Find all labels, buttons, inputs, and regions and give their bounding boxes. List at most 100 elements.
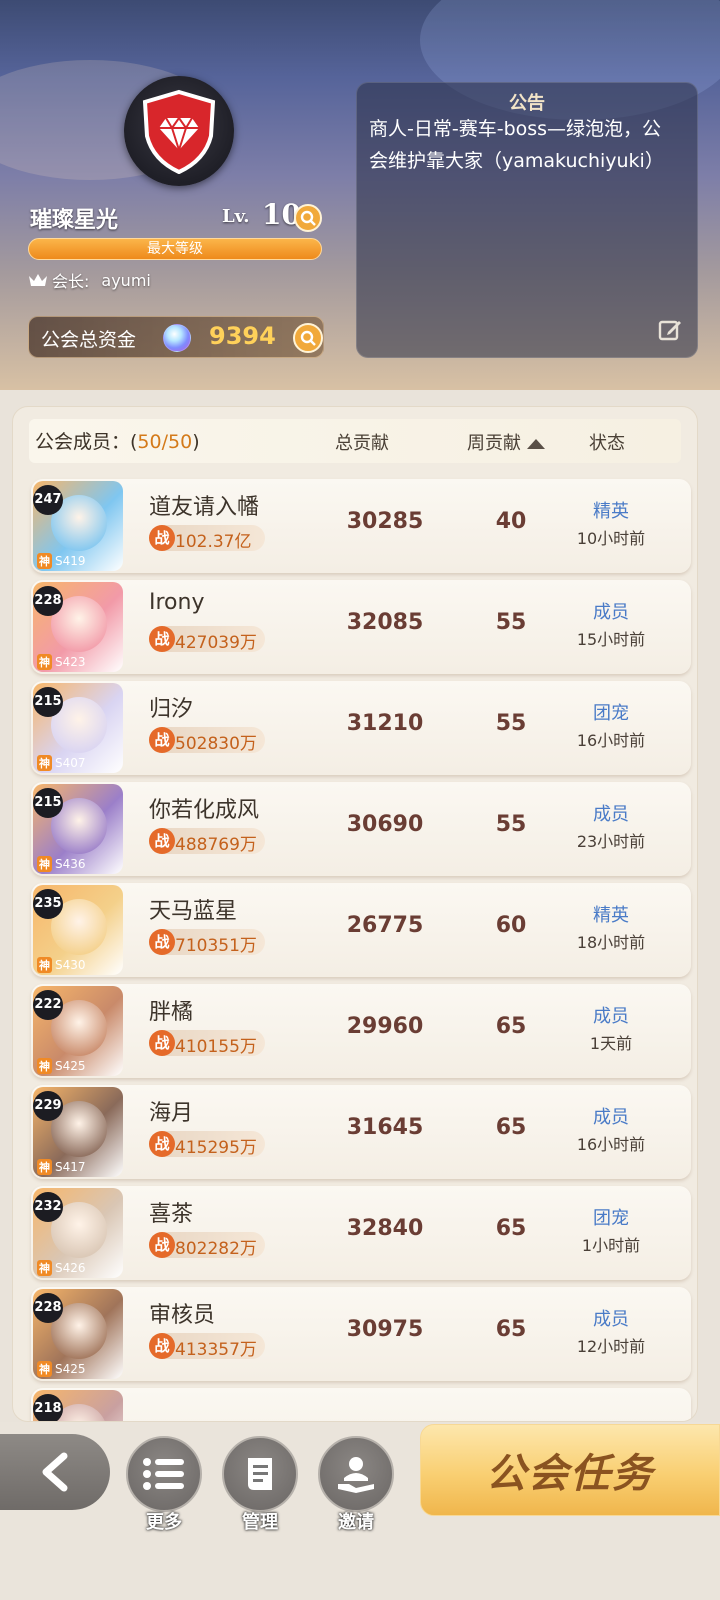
member-row[interactable]: 215 神 S407 归汐战 502830万 31210 55 团宠 16小时前 — [31, 681, 691, 775]
level-info-button[interactable] — [294, 204, 322, 232]
member-last-online: 12小时前 — [576, 1337, 646, 1356]
server-badge: 神 — [37, 1361, 52, 1377]
column-status[interactable]: 状态 — [589, 429, 625, 455]
member-row[interactable]: 232 神 S426 喜茶战 802282万 32840 65 团宠 1小时前 — [31, 1186, 691, 1280]
member-avatar[interactable]: 235 神 S430 — [33, 885, 123, 975]
guild-emblem[interactable] — [124, 76, 234, 186]
member-level-badge: 222 — [33, 990, 63, 1020]
more-button[interactable]: 更多 — [126, 1436, 202, 1533]
chevron-left-icon — [42, 1452, 68, 1492]
invite-button[interactable]: 邀请 — [318, 1436, 394, 1533]
member-name: 天马蓝星 — [149, 899, 238, 924]
power-badge: 战 — [149, 929, 175, 955]
member-power: 战 802282万 — [149, 1232, 265, 1259]
member-avatar[interactable]: 215 神 S436 — [33, 784, 123, 874]
crown-icon — [29, 274, 47, 286]
member-avatar[interactable]: 228 神 S425 — [33, 1289, 123, 1379]
server-badge: 神 — [37, 856, 52, 872]
member-row[interactable]: 228 神 S425 审核员战 413357万 30975 65 成员 12小时前 — [31, 1287, 691, 1381]
member-row[interactable]: 228 神 S423 Irony 战 427039万 32085 55 成员 15小时前 — [31, 580, 691, 674]
server-id: S419 — [55, 554, 86, 568]
guild-leader: 会长: ayumi — [28, 268, 151, 292]
member-role: 团宠 — [593, 703, 629, 724]
member-row[interactable]: 247 神 S419 道友请入幡战 102.37亿 30285 40 精英 10小时前 — [31, 479, 691, 573]
member-weekly-contribution: 55 — [495, 711, 527, 736]
member-name: 海月 — [149, 1101, 194, 1126]
member-avatar[interactable]: 247 神 S419 — [33, 481, 123, 571]
member-power: 战 502830万 — [149, 727, 265, 754]
member-name: 道友请入幡 — [149, 495, 260, 520]
member-row[interactable]: 235 神 S430 天马蓝星战 710351万 26775 60 精英 18小时前 — [31, 883, 691, 977]
column-weekly-contribution[interactable]: 周贡献 — [467, 429, 545, 455]
member-power: 战 710351万 — [149, 929, 265, 956]
members-label: 公会成员：( — [35, 431, 138, 453]
server-id: S423 — [55, 655, 86, 669]
member-avatar[interactable]: 232 神 S426 — [33, 1188, 123, 1278]
member-name: 喜茶 — [149, 1202, 194, 1227]
member-row[interactable]: 218神战 — [31, 1388, 691, 1421]
member-avatar[interactable]: 218神 — [33, 1390, 123, 1421]
power-value: 415295万 — [175, 1138, 257, 1158]
member-role: 成员 — [593, 602, 629, 623]
server-id: S426 — [55, 1261, 86, 1275]
document-icon — [248, 1458, 272, 1490]
member-power: 战 102.37亿 — [149, 525, 265, 552]
member-last-online: 1小时前 — [581, 1236, 641, 1255]
member-power: 战 410155万 — [149, 1030, 265, 1057]
member-avatar[interactable]: 228 神 S423 — [33, 582, 123, 672]
column-total-contribution[interactable]: 总贡献 — [335, 429, 389, 455]
server-badge: 神 — [37, 1260, 52, 1276]
level-progress-bar: 最大等级 — [28, 238, 322, 260]
member-role: 成员 — [593, 1309, 629, 1330]
member-avatar[interactable]: 215 神 S407 — [33, 683, 123, 773]
manage-label: 管理 — [242, 1512, 278, 1533]
guild-task-button[interactable]: 公会任务 — [420, 1424, 720, 1516]
member-name: 归汐 — [149, 697, 194, 722]
funds-info-button[interactable] — [293, 323, 323, 353]
power-value: 102.37亿 — [175, 532, 252, 552]
member-total-contribution: 31210 — [346, 711, 424, 736]
member-total-contribution: 26775 — [346, 913, 424, 938]
member-row[interactable]: 229 神 S417 海月战 415295万 31645 65 成员 16小时前 — [31, 1085, 691, 1179]
member-weekly-contribution: 65 — [495, 1317, 527, 1342]
member-list-header: 公会成员：(50/50) 总贡献 周贡献 状态 — [29, 419, 681, 463]
server-badge: 神 — [37, 1159, 52, 1175]
member-server: 神 S419 — [37, 553, 86, 569]
member-last-online: 18小时前 — [576, 933, 646, 952]
power-badge: 战 — [149, 626, 175, 652]
members-close: ) — [192, 431, 200, 453]
guild-task-label: 公会任务 — [486, 1450, 654, 1497]
funds-value: 9394 — [209, 322, 276, 350]
members-count-label: 公会成员：(50/50) — [35, 427, 200, 454]
member-row[interactable]: 222 神 S425 胖橘战 410155万 29960 65 成员 1天前 — [31, 984, 691, 1078]
member-last-online: 16小时前 — [576, 731, 646, 750]
search-icon — [300, 210, 316, 226]
member-server: 神 S426 — [37, 1260, 86, 1276]
power-value: 488769万 — [175, 835, 257, 855]
member-avatar[interactable]: 229 神 S417 — [33, 1087, 123, 1177]
member-level-badge: 215 — [33, 687, 63, 717]
member-avatar[interactable]: 222 神 S425 — [33, 986, 123, 1076]
member-role: 精英 — [593, 905, 629, 926]
member-weekly-contribution: 65 — [495, 1216, 527, 1241]
edit-icon[interactable] — [657, 317, 683, 343]
member-level-badge: 229 — [33, 1091, 63, 1121]
member-role: 成员 — [593, 804, 629, 825]
member-level-badge: 232 — [33, 1192, 63, 1222]
members-count: 50/50 — [137, 431, 193, 453]
member-role: 精英 — [593, 501, 629, 522]
member-name: Irony — [149, 590, 205, 615]
member-weekly-contribution: 55 — [495, 812, 527, 837]
server-id: S417 — [55, 1160, 86, 1174]
manage-button[interactable]: 管理 — [222, 1436, 298, 1533]
member-row[interactable]: 215 神 S436 你若化成风战 488769万 30690 55 成员 23小时前 — [31, 782, 691, 876]
list-icon — [143, 1458, 184, 1490]
member-power: 战 427039万 — [149, 626, 265, 653]
member-power: 战 488769万 — [149, 828, 265, 855]
back-button[interactable] — [0, 1434, 110, 1510]
member-last-online: 1天前 — [589, 1034, 633, 1053]
member-last-online: 15小时前 — [576, 630, 646, 649]
member-last-online: 16小时前 — [576, 1135, 646, 1154]
member-server: 神 S425 — [37, 1058, 86, 1074]
notice-title: 公告 — [509, 93, 545, 114]
